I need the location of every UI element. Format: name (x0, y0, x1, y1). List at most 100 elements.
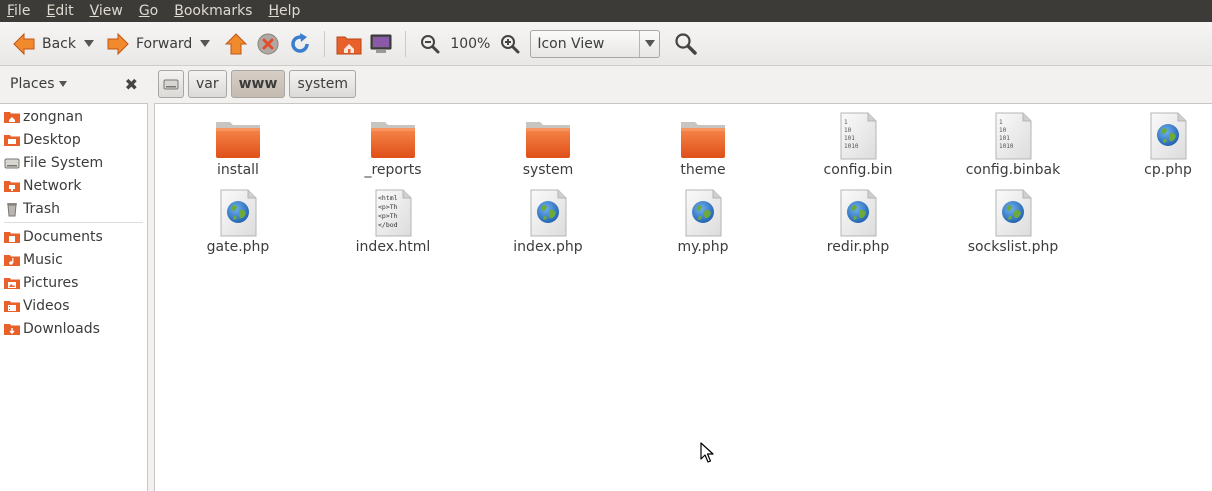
reload-icon (291, 32, 310, 53)
html-icon-text: </bod (378, 221, 398, 229)
sidebar-item-label: Pictures (23, 274, 79, 291)
sidebar-item-documents[interactable]: Documents (0, 225, 147, 248)
html-file-icon: <html <p>Th <p>Th </bod (375, 189, 412, 237)
music-folder-icon (4, 254, 20, 266)
php-globe-file-icon (530, 189, 567, 237)
path-segment-var[interactable]: var (188, 70, 227, 98)
menu-label: ile (14, 3, 31, 19)
sidebar-item-network[interactable]: Network (0, 174, 147, 197)
computer-icon (370, 34, 392, 53)
sidebar-item-label: zongnan (23, 108, 83, 125)
view-mode-select[interactable]: Icon View (530, 29, 661, 58)
toolbar-separator (405, 30, 407, 57)
sidebar-item-label: Videos (23, 297, 70, 314)
php-globe-file-icon (995, 189, 1032, 237)
menu-label: elp (279, 3, 301, 19)
close-icon: ✖ (124, 75, 138, 94)
file-item-my-php[interactable]: my.php (628, 189, 778, 255)
file-item-config-binbak[interactable]: 1 10 101 1010 config.binbak (938, 112, 1088, 178)
binary-icon-text: 1010 (844, 143, 859, 150)
binary-icon-text: 10 (844, 127, 852, 134)
places-dropdown[interactable]: Places (10, 76, 67, 92)
sidebar-item-label: Desktop (23, 131, 81, 148)
arrow-right-icon (107, 32, 129, 55)
menu-view[interactable]: View (82, 0, 131, 22)
zoom-in-button[interactable] (494, 28, 526, 60)
zoom-out-icon (421, 34, 440, 53)
binary-file-icon: 1 10 101 1010 (840, 112, 877, 160)
file-name: theme (680, 162, 726, 178)
file-item-gate-php[interactable]: gate.php (163, 189, 313, 255)
close-sidebar-button[interactable]: ✖ (125, 75, 138, 94)
path-segment-label: system (297, 76, 349, 92)
arrow-left-icon (13, 32, 35, 55)
php-globe-file-icon (685, 189, 722, 237)
file-item-index-html[interactable]: <html <p>Th <p>Th </bod index.html (318, 189, 468, 255)
sidebar-item-trash[interactable]: Trash (0, 197, 147, 220)
desktop-folder-icon (4, 134, 20, 146)
home-button[interactable] (333, 28, 365, 60)
file-name: _reports (364, 162, 422, 178)
computer-button[interactable] (365, 28, 397, 60)
sidebar-item-label: Trash (23, 200, 60, 217)
php-globe-file-icon (1150, 112, 1187, 160)
php-globe-file-icon (840, 189, 877, 237)
file-item-cp-php[interactable]: cp.php (1093, 112, 1212, 178)
chevron-down-icon (84, 40, 94, 47)
path-root-button[interactable] (158, 70, 184, 98)
mouse-cursor-icon (700, 442, 714, 463)
stop-button[interactable] (252, 28, 284, 60)
sidebar-item-home[interactable]: zongnan (0, 105, 147, 128)
reload-button[interactable] (284, 28, 316, 60)
places-sidebar: zongnan Desktop File System Network Tras… (0, 103, 148, 491)
sidebar-item-music[interactable]: Music (0, 248, 147, 271)
menu-edit[interactable]: Edit (38, 0, 81, 22)
path-segment-label: var (196, 76, 219, 92)
menu-file[interactable]: File (0, 0, 38, 22)
sidebar-item-videos[interactable]: Videos (0, 294, 147, 317)
sidebar-item-label: Music (23, 251, 63, 268)
file-item-system[interactable]: system (473, 112, 623, 178)
file-item-sockslist-php[interactable]: sockslist.php (938, 189, 1088, 255)
sidebar-item-file-system[interactable]: File System (0, 151, 147, 174)
file-item-index-php[interactable]: index.php (473, 189, 623, 255)
up-button[interactable] (220, 28, 252, 60)
sidebar-item-downloads[interactable]: Downloads (0, 317, 147, 340)
binary-icon-text: 1010 (999, 143, 1014, 150)
zoom-out-button[interactable] (414, 28, 446, 60)
path-segment-system[interactable]: system (289, 70, 357, 98)
back-label: Back (42, 35, 76, 52)
binary-icon-text: 101 (999, 135, 1010, 142)
forward-history-dropdown[interactable] (196, 28, 214, 60)
menu-label: ookmarks (183, 3, 253, 19)
sidebar-item-pictures[interactable]: Pictures (0, 271, 147, 294)
menu-bookmarks[interactable]: Bookmarks (166, 0, 260, 22)
drive-icon (163, 79, 179, 90)
path-bar: var www system (158, 70, 360, 98)
sidebar-separator (4, 222, 143, 223)
chevron-down-icon (58, 81, 67, 87)
search-button[interactable] (670, 28, 702, 60)
back-history-dropdown[interactable] (80, 28, 98, 60)
file-name: index.html (355, 239, 431, 255)
menu-help[interactable]: Help (260, 0, 308, 22)
downloads-folder-icon (4, 323, 20, 335)
path-segment-www[interactable]: www (230, 70, 286, 98)
binary-icon-text: 1 (844, 119, 848, 126)
file-name: gate.php (206, 239, 270, 255)
sidebar-item-desktop[interactable]: Desktop (0, 128, 147, 151)
file-name: config.bin (823, 162, 893, 178)
back-button[interactable]: Back (8, 28, 80, 60)
file-item-install[interactable]: install (163, 112, 313, 178)
html-icon-text: <p>Th (378, 203, 398, 211)
file-item-redir-php[interactable]: redir.php (783, 189, 933, 255)
menu-go[interactable]: Go (131, 0, 166, 22)
home-folder-icon (4, 111, 20, 123)
file-item-config-bin[interactable]: 1 10 101 1010 config.bin (783, 112, 933, 178)
menu-label: o (149, 3, 159, 19)
forward-button[interactable]: Forward (102, 28, 196, 60)
binary-icon-text: 101 (844, 135, 855, 142)
file-item-reports[interactable]: _reports (318, 112, 468, 178)
file-item-theme[interactable]: theme (628, 112, 778, 178)
file-name: system (522, 162, 574, 178)
